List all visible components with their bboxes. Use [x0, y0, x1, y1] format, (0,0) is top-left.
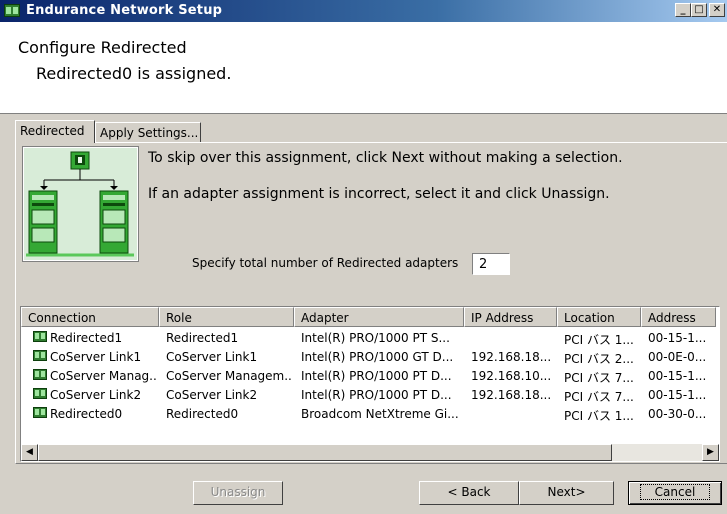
cell-role: CoServer Link1 [166, 350, 258, 364]
cancel-button-label: Cancel [639, 484, 711, 500]
cell-role: Redirected0 [166, 407, 239, 421]
cell-adapter: Intel(R) PRO/1000 PT S... [301, 331, 450, 345]
maximize-button[interactable]: □ [691, 3, 707, 17]
cell-location: PCI バス 7... [564, 371, 634, 385]
table-row[interactable]: CoServer Manag... CoServer Managem... In… [21, 367, 719, 385]
tab-apply-settings[interactable]: Apply Settings... [95, 122, 201, 142]
column-header-connection[interactable]: Connection [21, 307, 159, 327]
cell-adapter: Intel(R) PRO/1000 PT D... [301, 369, 452, 383]
cell-connection: CoServer Manag... [50, 369, 158, 383]
next-button[interactable]: Next> [519, 481, 614, 505]
cell-address: 00-0E-0... [648, 350, 707, 364]
cancel-button[interactable]: Cancel [628, 481, 722, 505]
servers-diagram-icon [26, 151, 134, 257]
cell-adapter: Broadcom NetXtreme Gi... [301, 407, 459, 421]
cell-connection: CoServer Link2 [50, 388, 142, 402]
wizard-header: Configure Redirected Redirected0 is assi… [0, 22, 727, 114]
table-row[interactable]: Redirected0 Redirected0 Broadcom NetXtre… [21, 405, 719, 423]
page-title: Configure Redirected [18, 38, 187, 57]
network-adapter-icon [33, 388, 47, 399]
adapter-list[interactable]: Connection Role Adapter IP Address Locat… [20, 306, 720, 462]
title-bar[interactable]: Endurance Network Setup _ □ ✕ [0, 0, 727, 22]
cell-role: CoServer Link2 [166, 388, 258, 402]
cell-role: CoServer Managem... [166, 369, 292, 383]
cell-connection: Redirected0 [50, 407, 123, 421]
unassign-button[interactable]: Unassign [193, 481, 283, 505]
network-adapter-icon [33, 369, 47, 380]
cell-address: 00-15-1... [648, 388, 707, 402]
window-title: Endurance Network Setup [26, 3, 223, 18]
table-row[interactable]: CoServer Link1 CoServer Link1 Intel(R) P… [21, 348, 719, 366]
instruction-unassign: If an adapter assignment is incorrect, s… [148, 186, 610, 202]
cell-address: 00-15-1... [648, 369, 707, 383]
table-row[interactable]: Redirected1 Redirected1 Intel(R) PRO/100… [21, 329, 719, 347]
scrollbar-thumb[interactable] [38, 444, 612, 461]
cell-address: 00-30-0... [648, 407, 707, 421]
cell-location: PCI バス 1... [564, 409, 634, 423]
scroll-left-arrow-icon[interactable]: ◀ [21, 444, 38, 461]
cell-ip-address: 192.168.18... [471, 388, 552, 402]
network-adapter-icon [33, 331, 47, 342]
cell-connection: CoServer Link1 [50, 350, 142, 364]
page-subtitle: Redirected0 is assigned. [36, 64, 232, 83]
cell-adapter: Intel(R) PRO/1000 GT D... [301, 350, 454, 364]
table-row[interactable]: CoServer Link2 CoServer Link2 Intel(R) P… [21, 386, 719, 404]
instruction-skip: To skip over this assignment, click Next… [148, 150, 623, 166]
list-header: Connection Role Adapter IP Address Locat… [21, 307, 719, 327]
network-app-icon [4, 4, 20, 17]
column-header-adapter[interactable]: Adapter [294, 307, 464, 327]
cell-ip-address: 192.168.10... [471, 369, 552, 383]
cell-location: PCI バス 2... [564, 352, 634, 366]
cell-address: 00-15-1... [648, 331, 707, 345]
adapter-count-field[interactable]: 2 [472, 253, 510, 275]
cell-adapter: Intel(R) PRO/1000 PT D... [301, 388, 452, 402]
horizontal-scrollbar[interactable]: ◀ ▶ [21, 444, 719, 461]
cell-role: Redirected1 [166, 331, 239, 345]
cell-ip-address: 192.168.18... [471, 350, 552, 364]
network-adapter-icon [33, 350, 47, 361]
adapter-count-label: Specify total number of Redirected adapt… [192, 256, 459, 270]
column-header-ip-address[interactable]: IP Address [464, 307, 557, 327]
cell-location: PCI バス 1... [564, 333, 634, 347]
cell-location: PCI バス 7... [564, 390, 634, 404]
minimize-button[interactable]: _ [675, 3, 691, 17]
column-header-location[interactable]: Location [557, 307, 641, 327]
cell-connection: Redirected1 [50, 331, 123, 345]
back-button[interactable]: < Back [419, 481, 519, 505]
network-adapter-icon [33, 407, 47, 418]
column-header-role[interactable]: Role [159, 307, 294, 327]
network-illustration [22, 146, 139, 262]
close-button[interactable]: ✕ [709, 3, 725, 17]
column-header-address[interactable]: Address [641, 307, 716, 327]
scroll-right-arrow-icon[interactable]: ▶ [702, 444, 719, 461]
tab-redirected[interactable]: Redirected [15, 120, 95, 143]
